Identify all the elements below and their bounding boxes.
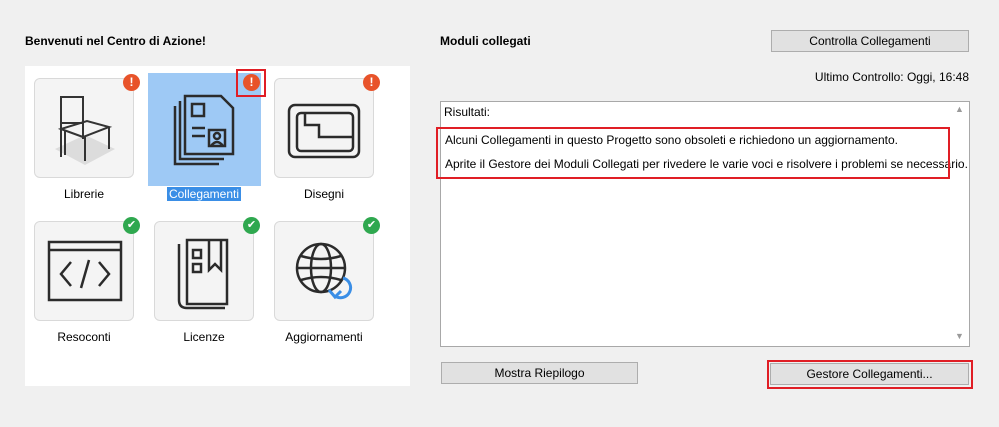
tile-licenses[interactable]: ✔ Licenze (145, 209, 260, 344)
welcome-title: Benvenuti nel Centro di Azione! (25, 34, 206, 48)
tile-reports-ok-icon: ✔ (123, 217, 140, 234)
drawing-sheet-icon (287, 103, 361, 159)
tile-reports[interactable]: ✔ Resoconti (25, 209, 140, 344)
license-icon (177, 238, 229, 310)
check-links-button[interactable]: Controlla Collegamenti (771, 30, 969, 52)
tile-drawings-box[interactable] (274, 78, 374, 178)
tile-reports-label: Resoconti (57, 330, 111, 344)
tile-updates-label: Aggiornamenti (285, 330, 363, 344)
chair-icon (55, 96, 115, 165)
tile-drawings-warning-icon: ! (363, 74, 380, 91)
results-highlight-frame (436, 127, 950, 179)
tile-updates-box[interactable] (274, 221, 374, 321)
tile-updates[interactable]: ✔ Aggiornamenti (265, 209, 380, 344)
tile-drawings-label: Disegni (303, 187, 345, 201)
tile-links-label: Collegamenti (166, 187, 242, 201)
manager-highlight-frame (767, 360, 973, 389)
tile-licenses-box[interactable] (154, 221, 254, 321)
scroll-down-icon[interactable]: ▼ (955, 331, 964, 341)
tile-updates-ok-icon: ✔ (363, 217, 380, 234)
tile-libraries-box[interactable] (34, 78, 134, 178)
tile-licenses-label: Licenze (183, 330, 225, 344)
tile-reports-box[interactable] (34, 221, 134, 321)
warning-highlight-frame (236, 69, 266, 97)
code-report-icon (47, 240, 123, 302)
show-summary-button[interactable]: Mostra Riepilogo (441, 362, 638, 384)
results-label: Risultati: (444, 105, 491, 119)
tile-licenses-ok-icon: ✔ (243, 217, 260, 234)
tile-libraries-label: Librerie (63, 187, 105, 201)
tile-links[interactable]: ! Collegamenti (145, 66, 266, 201)
last-check-status: Ultimo Controllo: Oggi, 16:48 (814, 70, 969, 84)
linked-modules-title: Moduli collegati (440, 34, 531, 48)
tile-libraries-warning-icon: ! (123, 74, 140, 91)
tile-drawings[interactable]: ! Disegni (265, 66, 380, 201)
scroll-up-icon[interactable]: ▲ (955, 104, 964, 114)
action-tiles-panel: ! Librerie ! Collegamenti ! Disegni ✔ Re… (25, 66, 410, 386)
globe-update-icon (295, 242, 353, 300)
tile-libraries[interactable]: ! Librerie (25, 66, 140, 201)
